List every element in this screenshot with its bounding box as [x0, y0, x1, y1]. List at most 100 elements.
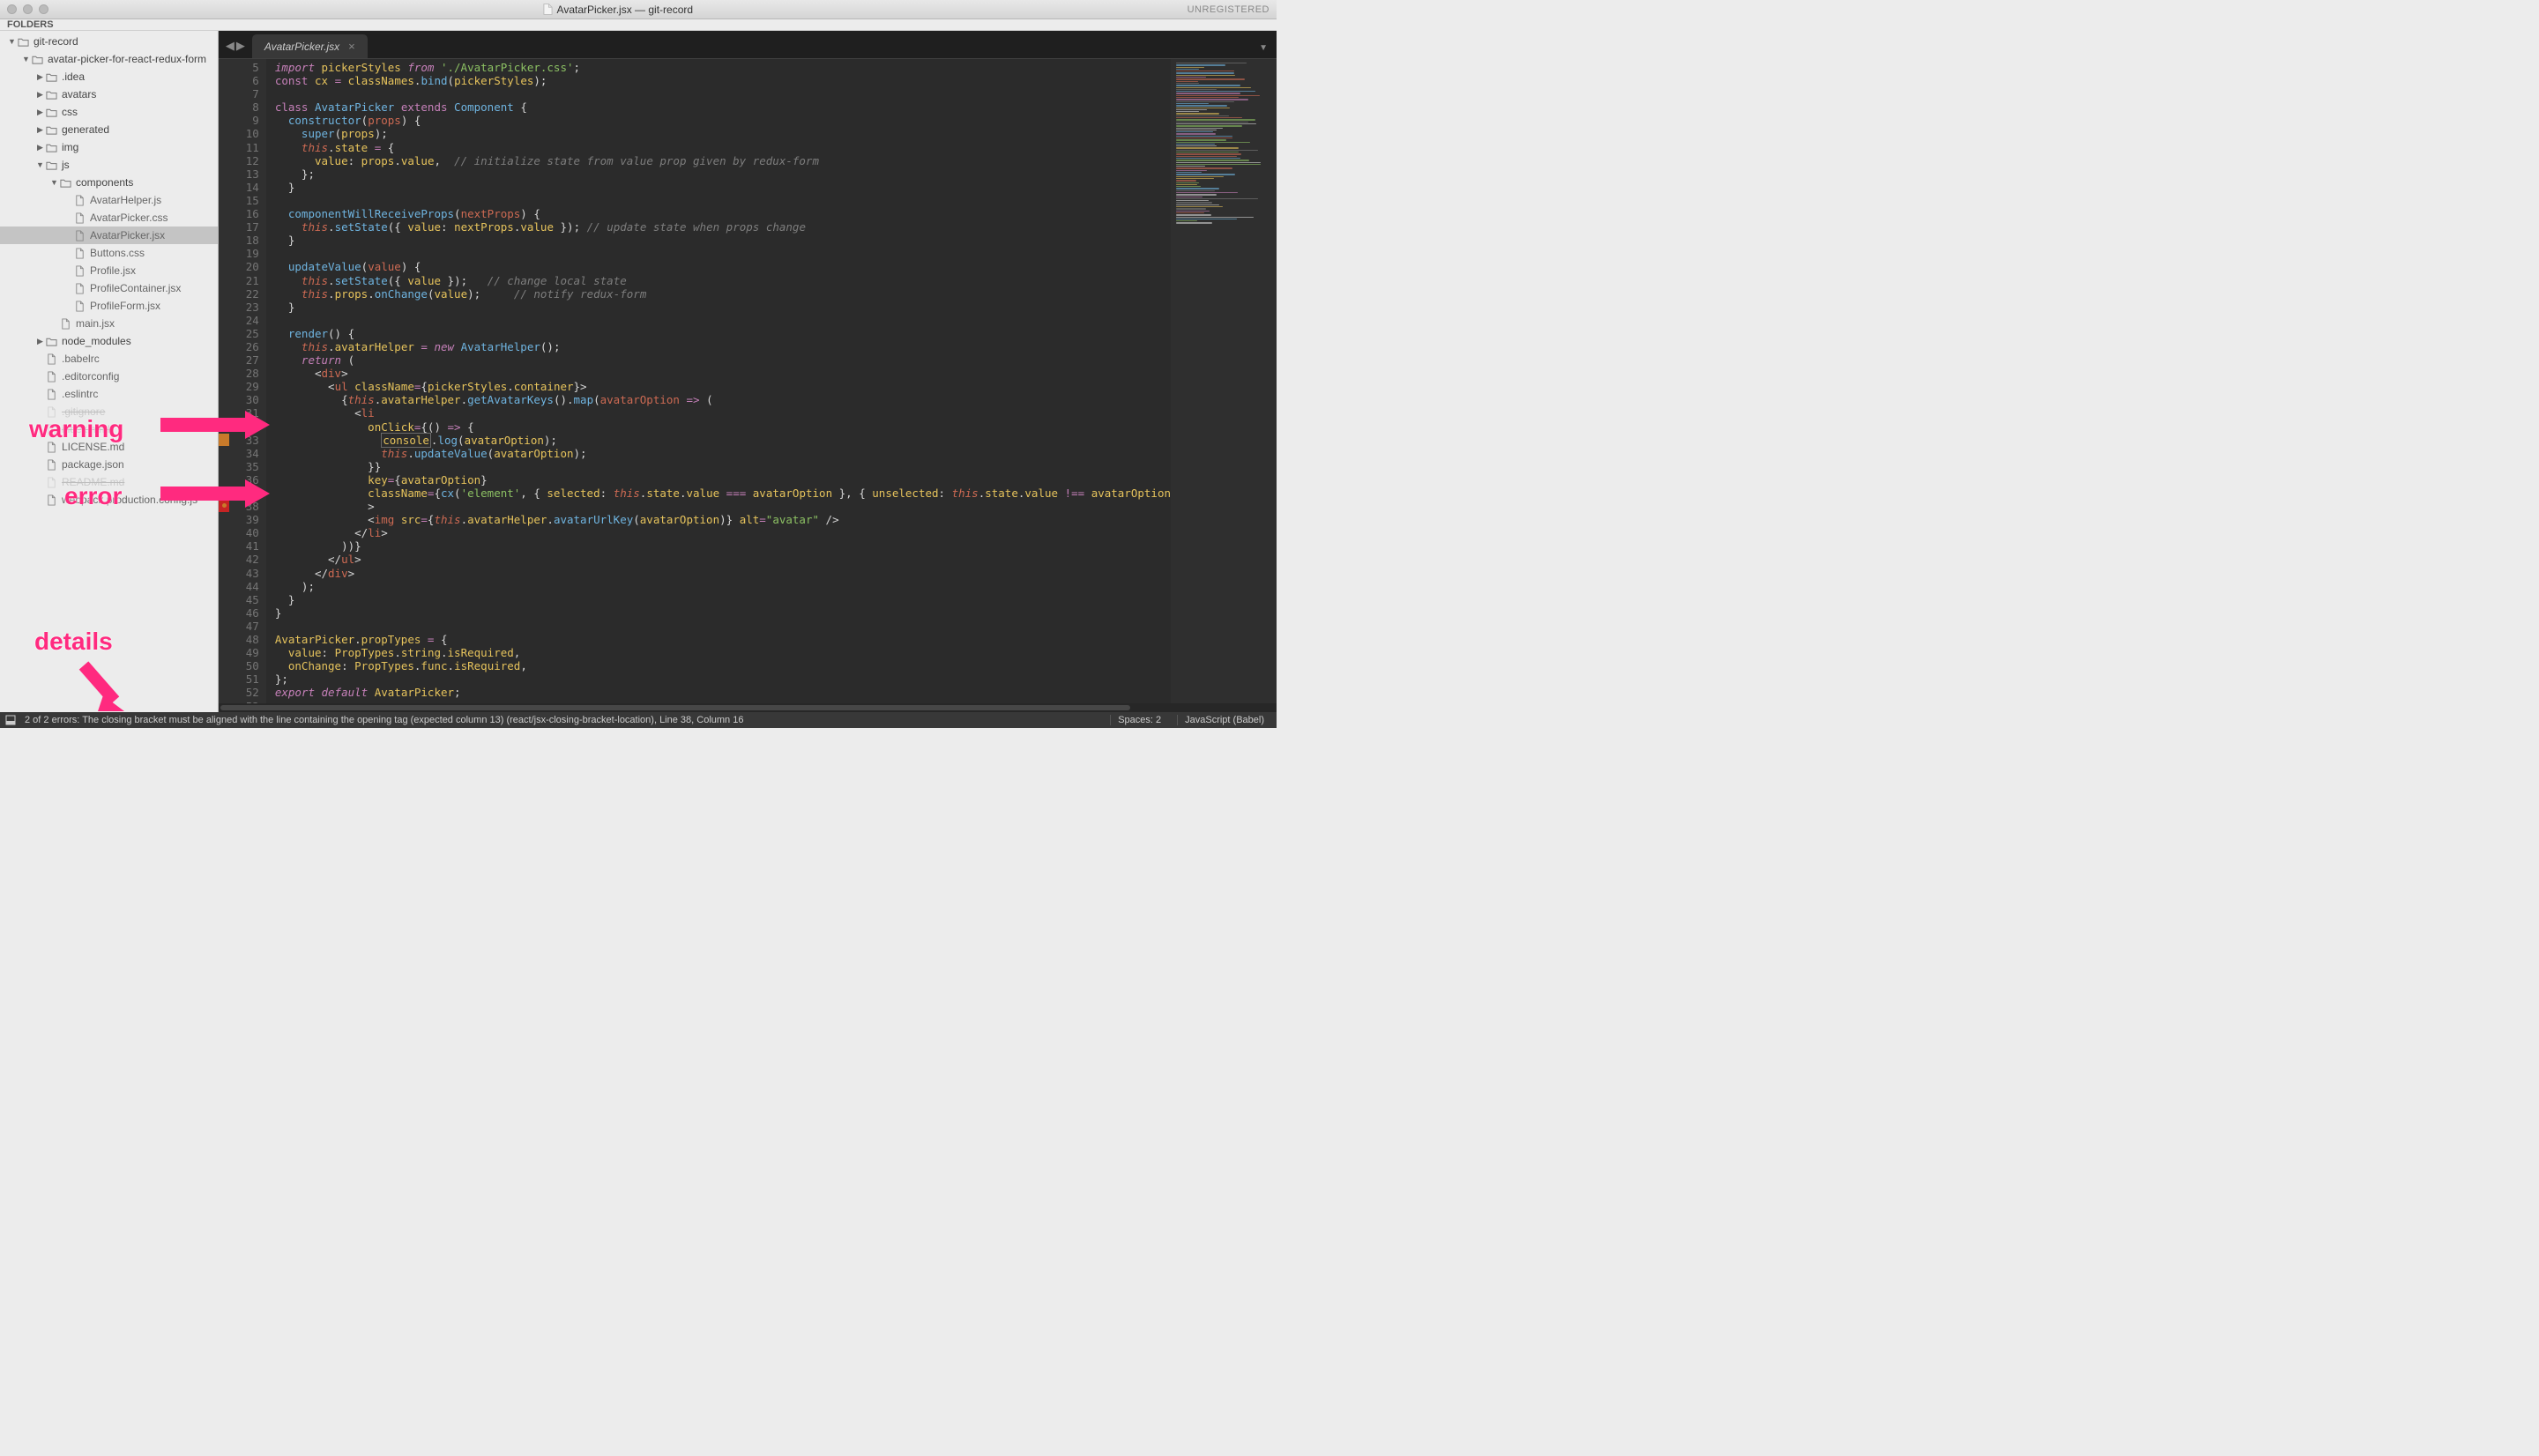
file-icon — [45, 423, 58, 436]
disclosure-triangle-icon[interactable]: ▶ — [35, 337, 45, 346]
minimap[interactable] — [1171, 59, 1277, 703]
tab-overflow-icon[interactable]: ▼ — [1259, 43, 1277, 58]
tree-item-label: css — [62, 106, 78, 118]
file-icon — [59, 317, 72, 331]
tree-item-label: .idea — [62, 71, 85, 83]
tree-item-label: main.jsx — [76, 317, 115, 330]
file-icon — [45, 405, 58, 419]
lint-marker-gutter[interactable] — [219, 59, 229, 703]
folder-icon — [45, 88, 58, 101]
lint-warning-marker[interactable] — [219, 434, 229, 446]
window-title: AvatarPicker.jsx — git-record — [557, 4, 694, 16]
folder-generated[interactable]: ▶ generated — [0, 121, 218, 138]
file-main-jsx[interactable]: main.jsx — [0, 315, 218, 332]
file--babelrc[interactable]: .babelrc — [0, 350, 218, 368]
tree-item-label: components — [76, 176, 133, 189]
file-icon — [543, 4, 553, 15]
file-icon — [45, 458, 58, 472]
disclosure-triangle-icon[interactable]: ▼ — [21, 55, 31, 63]
syntax-status[interactable]: JavaScript (Babel) — [1177, 715, 1271, 725]
nav-back-icon[interactable]: ◀ — [226, 39, 235, 53]
file-license-md[interactable]: LICENSE.md — [0, 438, 218, 456]
file-icon — [73, 264, 86, 278]
minimize-window-icon[interactable] — [23, 4, 33, 14]
folder-avatars[interactable]: ▶avatars — [0, 85, 218, 103]
tab-avatarpicker[interactable]: AvatarPicker.jsx × — [252, 34, 368, 58]
tree-item-label: ProfileContainer.jsx — [90, 282, 181, 294]
nav-forward-icon[interactable]: ▶ — [236, 39, 245, 53]
file-readme-md[interactable]: README.md — [0, 473, 218, 491]
tree-item-label: img — [62, 141, 78, 153]
disclosure-triangle-icon[interactable]: ▶ — [35, 72, 45, 82]
lint-error-message[interactable]: 2 of 2 errors: The closing bracket must … — [25, 715, 743, 725]
disclosure-triangle-icon[interactable]: ▼ — [49, 178, 59, 187]
folder-icon — [45, 159, 58, 172]
disclosure-triangle-icon[interactable]: ▶ — [35, 125, 45, 135]
file-index-html[interactable]: index.html — [0, 420, 218, 438]
close-window-icon[interactable] — [7, 4, 17, 14]
editor-area: ◀ ▶ AvatarPicker.jsx × ▼ 567891011121314… — [219, 31, 1277, 712]
folder-node-modules[interactable]: ▶ node_modules — [0, 332, 218, 350]
file--gitignore[interactable]: .gitignore — [0, 403, 218, 420]
folder-icon — [31, 53, 44, 66]
file-icon — [73, 282, 86, 295]
zoom-window-icon[interactable] — [39, 4, 48, 14]
tree-item-label: README.md — [62, 476, 124, 488]
close-tab-icon[interactable]: × — [348, 40, 355, 53]
file--eslintrc[interactable]: .eslintrc — [0, 385, 218, 403]
folder-icon — [45, 335, 58, 348]
tree-item-label: generated — [62, 123, 109, 136]
tree-item-label: js — [62, 159, 70, 171]
folder-git-record[interactable]: ▼git-record — [0, 33, 218, 50]
folder-avatar-picker-for-react-redux-form[interactable]: ▼avatar-picker-for-react-redux-form — [0, 50, 218, 68]
tree-item-label: index.html — [62, 423, 110, 435]
traffic-lights[interactable] — [7, 4, 48, 14]
tree-item-label: node_modules — [62, 335, 131, 347]
file-profileform-jsx[interactable]: ProfileForm.jsx — [0, 297, 218, 315]
file-package-json[interactable]: package.json — [0, 456, 218, 473]
tree-item-label: .editorconfig — [62, 370, 119, 383]
file-icon — [73, 247, 86, 260]
unregistered-label: UNREGISTERED — [1188, 4, 1270, 15]
folder-icon — [45, 106, 58, 119]
file-icon — [73, 194, 86, 207]
file-icon — [45, 370, 58, 383]
file-icon — [45, 494, 58, 507]
tree-item-label: AvatarHelper.js — [90, 194, 161, 206]
file-profilecontainer-jsx[interactable]: ProfileContainer.jsx — [0, 279, 218, 297]
folder-components[interactable]: ▼ components — [0, 174, 218, 191]
sidebar-header: Folders — [0, 19, 1277, 31]
indent-status[interactable]: Spaces: 2 — [1110, 715, 1168, 725]
tree-item-label: AvatarPicker.css — [90, 212, 168, 224]
horizontal-scrollbar[interactable] — [219, 703, 1277, 712]
disclosure-triangle-icon[interactable]: ▼ — [35, 160, 45, 169]
disclosure-triangle-icon[interactable]: ▼ — [7, 37, 17, 46]
folder-img[interactable]: ▶ img — [0, 138, 218, 156]
code-editor[interactable]: import pickerStyles from './AvatarPicker… — [266, 59, 1171, 703]
folder-sidebar[interactable]: ▼git-record▼avatar-picker-for-react-redu… — [0, 31, 219, 712]
disclosure-triangle-icon[interactable]: ▶ — [35, 108, 45, 117]
file-webpack-production-config-js[interactable]: webpack.production.config.js — [0, 491, 218, 509]
file-profile-jsx[interactable]: Profile.jsx — [0, 262, 218, 279]
tree-item-label: .gitignore — [62, 405, 105, 418]
folder-css[interactable]: ▶ css — [0, 103, 218, 121]
file-avatarpicker-jsx[interactable]: AvatarPicker.jsx — [0, 227, 218, 244]
tree-item-label: package.json — [62, 458, 124, 471]
file-icon — [45, 353, 58, 366]
panel-toggle-icon[interactable] — [5, 715, 16, 725]
file-avatarhelper-js[interactable]: AvatarHelper.js — [0, 191, 218, 209]
disclosure-triangle-icon[interactable]: ▶ — [35, 90, 45, 100]
folder--idea[interactable]: ▶ .idea — [0, 68, 218, 85]
file-icon — [45, 476, 58, 489]
line-number-gutter[interactable]: 5678910111213141516171819202122232425262… — [229, 59, 266, 703]
folder-js[interactable]: ▼ js — [0, 156, 218, 174]
file-icon — [73, 229, 86, 242]
file-avatarpicker-css[interactable]: AvatarPicker.css — [0, 209, 218, 227]
file--editorconfig[interactable]: .editorconfig — [0, 368, 218, 385]
tree-item-label: ProfileForm.jsx — [90, 300, 160, 312]
disclosure-triangle-icon[interactable]: ▶ — [35, 143, 45, 152]
tree-item-label: LICENSE.md — [62, 441, 124, 453]
file-icon — [45, 441, 58, 454]
file-buttons-css[interactable]: Buttons.css — [0, 244, 218, 262]
tab-label: AvatarPicker.jsx — [264, 41, 339, 53]
